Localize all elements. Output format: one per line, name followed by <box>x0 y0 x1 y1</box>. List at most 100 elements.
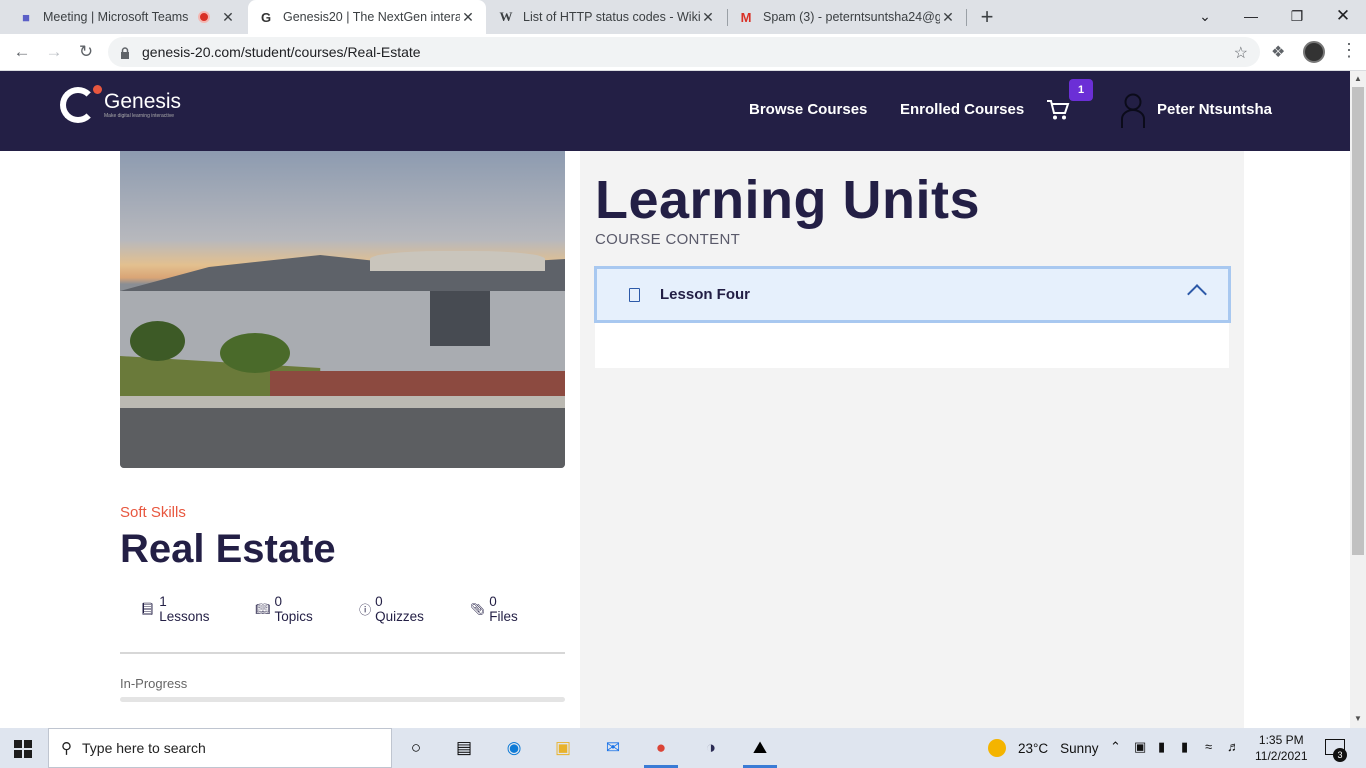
weather-widget[interactable]: 23°C Sunny <box>988 739 1098 757</box>
tray-chevron-up-icon[interactable]: ⌃ <box>1110 739 1121 755</box>
stat-files: 📎︎ 0 Files <box>470 594 525 624</box>
question-circle-icon: ⓘ <box>359 602 372 617</box>
tab-title: Genesis20 | The NextGen interacti <box>283 10 460 24</box>
tab-title: Meeting | Microsoft Teams <box>43 10 189 24</box>
nav-enrolled-courses[interactable]: Enrolled Courses <box>900 101 1024 118</box>
stat-topics: 📖︎ 0 Topics <box>255 594 319 624</box>
tab-title: List of HTTP status codes - Wikip <box>523 10 700 24</box>
image-carport <box>370 251 545 271</box>
course-stats: 📘︎ 1 Lessons 📖︎ 0 Topics ⓘ 0 Quizzes 📎︎ … <box>120 594 565 624</box>
stat-quizzes: ⓘ 0 Quizzes <box>359 594 430 624</box>
minimize-button[interactable]: — <box>1228 0 1274 32</box>
forward-arrow-icon[interactable]: → <box>42 40 66 64</box>
photos-icon[interactable]: ⛰ <box>747 736 773 760</box>
address-bar[interactable]: genesis-20.com/student/courses/Real-Esta… <box>108 37 1260 67</box>
stat-label: 0 Quizzes <box>375 594 424 624</box>
wikipedia-w-icon: W <box>499 9 513 24</box>
tab-search-chevron-icon[interactable]: ⌄ <box>1182 0 1228 32</box>
lesson-accordion-body <box>595 323 1229 368</box>
cart-count-badge: 1 <box>1069 79 1093 101</box>
taskbar-search[interactable]: ⚲ Type here to search <box>48 728 392 768</box>
meet-now-icon[interactable]: ▣ <box>1134 739 1146 755</box>
search-icon: ⚲ <box>61 740 72 757</box>
cart-icon[interactable] <box>1046 99 1070 121</box>
genesis-g-icon: G <box>260 9 272 25</box>
chrome-icon[interactable]: ● <box>648 736 674 760</box>
site-header: Genesis Make digital learning interactiv… <box>0 71 1350 151</box>
edge-icon[interactable]: ◉ <box>501 736 527 760</box>
book-icon <box>629 287 640 302</box>
back-arrow-icon[interactable]: ← <box>10 40 34 64</box>
windows-taskbar: ⚲ Type here to search ○ ▤ ◉ ▣ ✉ ● ◑ ⛰ 23… <box>0 728 1366 768</box>
progress-label: In-Progress <box>120 676 188 691</box>
image-bush <box>220 333 290 373</box>
windows-start-icon[interactable] <box>14 740 32 758</box>
stat-lessons: 📘︎ 1 Lessons <box>140 594 215 624</box>
tab-wikipedia[interactable]: W List of HTTP status codes - Wikip ✕ <box>488 0 726 34</box>
genesis-logo[interactable]: Genesis Make digital learning interactiv… <box>60 85 181 123</box>
cortana-icon[interactable]: ○ <box>403 736 429 760</box>
extensions-puzzle-icon[interactable]: ❖ <box>1271 42 1285 62</box>
lock-icon <box>120 46 130 59</box>
logo-tagline: Make digital learning interactive <box>104 113 175 119</box>
learning-units-panel: Learning Units COURSE CONTENT Lesson Fou… <box>580 151 1244 728</box>
scrollbar-thumb[interactable] <box>1352 87 1364 555</box>
menu-kebab-icon[interactable]: ⋮ <box>1340 40 1358 61</box>
close-tab-icon[interactable]: ✕ <box>220 9 236 26</box>
scroll-up-arrow-icon[interactable]: ▲ <box>1354 74 1362 83</box>
weather-text: Sunny <box>1060 740 1099 756</box>
learning-units-title: Learning Units <box>595 170 981 230</box>
gmail-icon: M <box>740 9 752 25</box>
lesson-accordion-header[interactable]: Lesson Four <box>594 266 1231 323</box>
close-window-button[interactable]: ✕ <box>1320 0 1366 32</box>
course-hero-image <box>120 151 565 468</box>
stat-label: 1 Lessons <box>159 594 210 624</box>
microphone-icon[interactable]: ▮ <box>1158 739 1165 755</box>
course-category[interactable]: Soft Skills <box>120 504 565 521</box>
recording-icon <box>198 11 210 23</box>
chevron-up-icon[interactable] <box>1187 284 1207 304</box>
task-view-icon[interactable]: ▤ <box>451 736 477 760</box>
clock[interactable]: 1:35 PM 11/2/2021 <box>1255 732 1308 764</box>
mail-icon[interactable]: ✉ <box>600 736 626 760</box>
weather-temp: 23°C <box>1018 740 1049 756</box>
logo-text-block: Genesis Make digital learning interactiv… <box>104 91 181 119</box>
notification-count-badge: 3 <box>1333 748 1347 762</box>
course-info: Soft Skills Real Estate 📘︎ 1 Lessons 📖︎ … <box>120 151 565 702</box>
restore-button[interactable]: ❐ <box>1274 0 1320 32</box>
image-road <box>120 408 565 468</box>
teams-icon: ■ <box>22 9 30 25</box>
new-tab-button[interactable]: + <box>975 4 999 30</box>
stat-label: 0 Files <box>489 594 518 624</box>
sun-icon <box>988 739 1006 757</box>
speaker-icon[interactable]: ♬ <box>1227 739 1240 754</box>
eclipse-icon[interactable]: ◑ <box>698 736 724 760</box>
browser-tab-strip: ■ Meeting | Microsoft Teams ✕ G Genesis2… <box>0 0 1366 34</box>
tab-genesis[interactable]: G Genesis20 | The NextGen interacti ✕ <box>248 0 486 34</box>
nav-browse-courses[interactable]: Browse Courses <box>749 101 867 118</box>
close-tab-icon[interactable]: ✕ <box>700 9 716 26</box>
close-tab-icon[interactable]: ✕ <box>460 9 476 26</box>
reload-icon[interactable]: ↻ <box>74 40 98 64</box>
divider <box>120 652 565 654</box>
tab-teams[interactable]: ■ Meeting | Microsoft Teams ✕ <box>8 0 246 34</box>
close-tab-icon[interactable]: ✕ <box>940 9 956 26</box>
battery-icon[interactable]: ▮ <box>1181 739 1188 755</box>
page-scrollbar[interactable]: ▲ ▼ <box>1350 71 1366 728</box>
bookmark-star-icon[interactable]: ☆ <box>1234 43 1248 63</box>
file-explorer-icon[interactable]: ▣ <box>550 736 576 760</box>
profile-avatar[interactable] <box>1303 41 1325 63</box>
genesis-g-icon <box>60 85 102 123</box>
image-bush <box>130 321 185 361</box>
tab-gmail[interactable]: M Spam (3) - peterntsuntsha24@gm ✕ <box>728 0 966 34</box>
open-book-icon: 📖︎ <box>255 602 271 616</box>
logo-text: Genesis <box>104 90 182 113</box>
image-door <box>430 291 490 346</box>
user-name[interactable]: Peter Ntsuntsha <box>1157 101 1272 118</box>
wifi-icon[interactable]: ≈ <box>1205 739 1212 754</box>
user-icon[interactable] <box>1120 93 1146 129</box>
scroll-down-arrow-icon[interactable]: ▼ <box>1354 714 1362 723</box>
lesson-name: Lesson Four <box>660 286 751 303</box>
course-content-subtitle: COURSE CONTENT <box>595 231 741 248</box>
tab-title: Spam (3) - peterntsuntsha24@gm <box>763 10 940 24</box>
